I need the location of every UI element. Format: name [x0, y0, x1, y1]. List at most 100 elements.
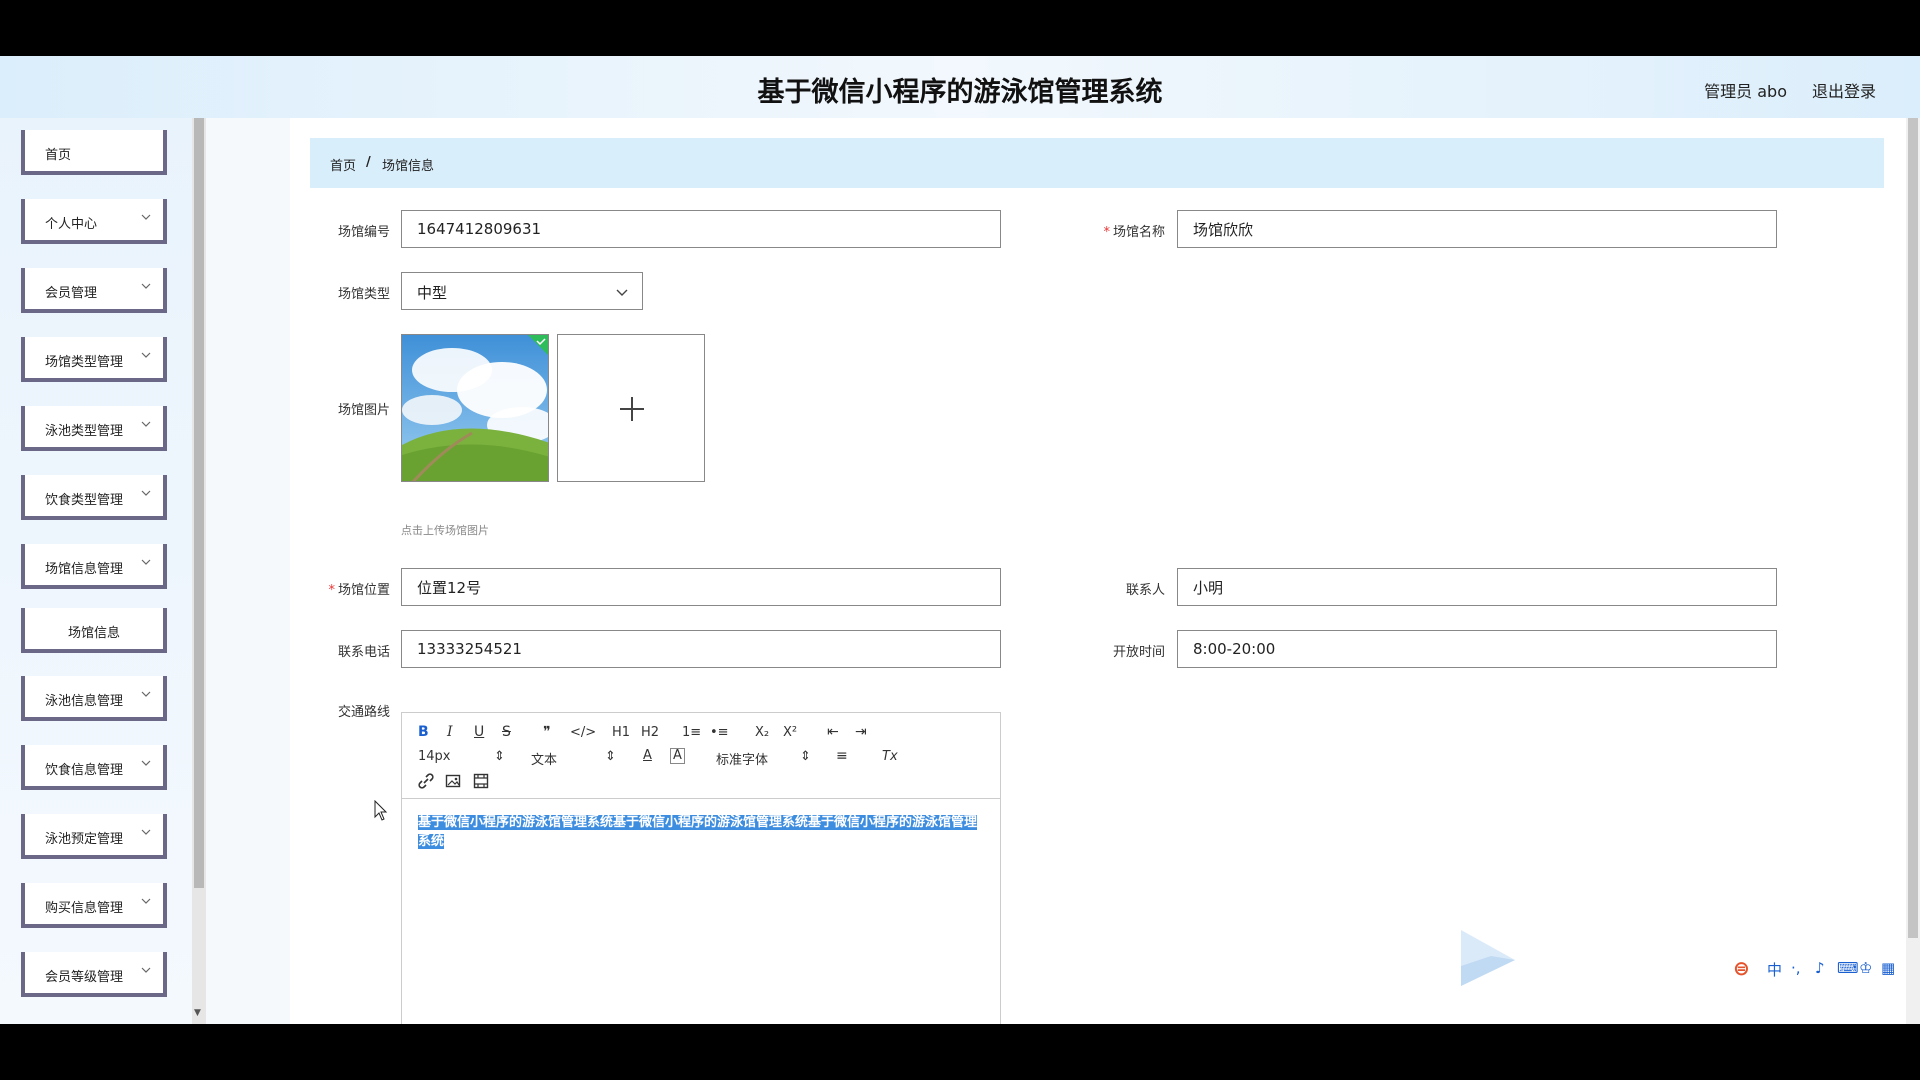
venue-location-label: * 场馆位置 [310, 579, 390, 598]
indent-button[interactable]: ⇥ [855, 724, 867, 740]
link-icon[interactable] [418, 773, 434, 789]
sidebar-item-label: 场馆类型管理 [45, 355, 124, 370]
venue-location-label-text: 场馆位置 [337, 583, 390, 598]
venue-type-label: 场馆类型 [337, 287, 390, 302]
select-arrows-icon: ⇕ [605, 749, 616, 764]
sidebar-item-label: 场馆信息 [67, 626, 120, 641]
content-gutter [206, 118, 290, 1024]
logout-link[interactable]: 退出登录 [1812, 78, 1876, 102]
heading1-button[interactable]: H1 [612, 725, 630, 740]
route-label: 交通路线 [337, 705, 390, 720]
bold-button[interactable]: B [418, 724, 429, 740]
heading2-button[interactable]: H2 [641, 725, 659, 740]
align-button[interactable]: ≡ [836, 748, 848, 764]
sidebar-item-pool-info[interactable]: 泳池信息管理 [21, 676, 167, 721]
sidebar-item-label: 会员等级管理 [45, 970, 124, 985]
sidebar-subitem-venue-info[interactable]: 场馆信息 [21, 608, 167, 653]
chevron-down-icon [141, 559, 151, 565]
ime-mode-icon[interactable]: 中 [1767, 959, 1782, 980]
breadcrumb: 首页 / 场馆信息 [310, 138, 1884, 188]
breadcrumb-home[interactable]: 首页 [330, 155, 356, 174]
chevron-down-icon [141, 283, 151, 289]
venue-type-select[interactable]: 中型 [401, 272, 643, 310]
italic-button[interactable]: I [447, 724, 453, 740]
landscape-image [402, 335, 548, 481]
font-color-button[interactable]: A [643, 748, 652, 763]
route-rich-text-editor[interactable]: B I U S ❞ </> H1 H2 1≡ •≡ X₂ X² ⇤ ⇥ 14px… [401, 712, 1001, 1024]
chevron-down-icon [141, 760, 151, 766]
chevron-down-icon [616, 289, 628, 296]
sidebar-item-label: 会员管理 [45, 286, 98, 301]
watermark-logo-icon [1461, 930, 1515, 986]
chevron-down-icon [141, 490, 151, 496]
open-time-label: 开放时间 [1112, 645, 1165, 660]
contact-input[interactable] [1177, 568, 1777, 606]
blockquote-button[interactable]: ❞ [543, 724, 551, 740]
system-title: 基于微信小程序的游泳馆管理系统 [757, 77, 1163, 108]
page-scrollbar[interactable] [1906, 118, 1920, 1024]
phone-input[interactable] [401, 630, 1001, 668]
plus-icon [620, 397, 644, 421]
scrollbar-thumb[interactable] [194, 118, 204, 888]
keyboard-icon[interactable]: ⌨ [1837, 959, 1859, 977]
image-icon[interactable] [445, 773, 461, 789]
bullet-list-button[interactable]: •≡ [710, 725, 729, 740]
sidebar-item-food-info[interactable]: 饮食信息管理 [21, 745, 167, 790]
chevron-down-icon [141, 352, 151, 358]
font-family-select[interactable]: 标准字体 [716, 749, 768, 768]
select-arrows-icon: ⇕ [494, 749, 505, 764]
upload-image-button[interactable] [557, 334, 705, 482]
skin-icon[interactable]: ♔ [1859, 959, 1872, 977]
chevron-down-icon [141, 421, 151, 427]
sidebar-menu: 首页 个人中心 会员管理 场馆类型管理 泳池类型管理 饮食类型管理 场馆信息管理… [0, 118, 192, 1024]
sidebar-item-label: 泳池类型管理 [45, 424, 124, 439]
sidebar-item-label: 场馆信息管理 [45, 562, 124, 577]
sidebar-item-label: 首页 [45, 148, 72, 163]
sidebar-item-pool-booking[interactable]: 泳池预定管理 [21, 814, 167, 859]
sidebar-item-label: 个人中心 [45, 217, 98, 232]
sidebar-item-venue-types[interactable]: 场馆类型管理 [21, 337, 167, 382]
sidebar-item-members[interactable]: 会员管理 [21, 268, 167, 313]
mouse-cursor-icon [374, 800, 388, 821]
font-size-select[interactable]: 14px [418, 749, 451, 764]
grid-menu-icon[interactable]: ▦ [1881, 959, 1895, 977]
ime-toolbar[interactable]: ⊜ 中 ·, ♪ ⌨ ♔ ▦ [1733, 954, 1903, 984]
sidebar-item-home[interactable]: 首页 [21, 130, 167, 175]
sidebar-item-label: 购买信息管理 [45, 901, 124, 916]
outdent-button[interactable]: ⇤ [827, 724, 839, 740]
open-time-input[interactable] [1177, 630, 1777, 668]
ime-logo-icon[interactable]: ⊜ [1733, 956, 1750, 980]
sidebar-item-profile[interactable]: 个人中心 [21, 199, 167, 244]
sidebar-item-pool-types[interactable]: 泳池类型管理 [21, 406, 167, 451]
video-icon[interactable] [473, 773, 489, 789]
sidebar-scrollbar[interactable] [192, 118, 206, 1024]
clear-format-button[interactable]: Tx [882, 749, 898, 764]
ordered-list-button[interactable]: 1≡ [682, 725, 701, 740]
sidebar-item-food-types[interactable]: 饮食类型管理 [21, 475, 167, 520]
code-button[interactable]: </> [570, 725, 596, 740]
scroll-down-arrow-icon[interactable]: ▼ [194, 1008, 204, 1018]
route-content[interactable]: 基于微信小程序的游泳馆管理系统基于微信小程序的游泳馆管理系统基于微信小程序的游泳… [418, 813, 988, 851]
chevron-down-icon [141, 691, 151, 697]
subscript-button[interactable]: X₂ [755, 725, 769, 740]
strike-button[interactable]: S [502, 724, 511, 740]
sidebar-item-purchases[interactable]: 购买信息管理 [21, 883, 167, 928]
superscript-button[interactable]: X² [783, 725, 797, 740]
microphone-icon[interactable]: ♪ [1815, 959, 1825, 977]
venue-location-input[interactable] [401, 568, 1001, 606]
current-user: 管理员 abo [1704, 82, 1787, 101]
sidebar-item-venue-info-mgmt[interactable]: 场馆信息管理 [21, 544, 167, 589]
background-color-button[interactable]: A [670, 748, 685, 764]
venue-image-thumbnail[interactable] [401, 334, 549, 482]
scrollbar-thumb[interactable] [1908, 118, 1918, 938]
venue-no-input[interactable] [401, 210, 1001, 248]
required-mark: * [1103, 225, 1110, 240]
underline-button[interactable]: U [474, 724, 484, 740]
chevron-down-icon [141, 829, 151, 835]
paragraph-select[interactable]: 文本 [531, 749, 557, 768]
venue-name-input[interactable] [1177, 210, 1777, 248]
ime-punct-icon[interactable]: ·, [1791, 959, 1801, 977]
chevron-down-icon [141, 214, 151, 220]
sidebar-item-member-levels[interactable]: 会员等级管理 [21, 952, 167, 997]
venue-image-label: 场馆图片 [337, 403, 390, 418]
